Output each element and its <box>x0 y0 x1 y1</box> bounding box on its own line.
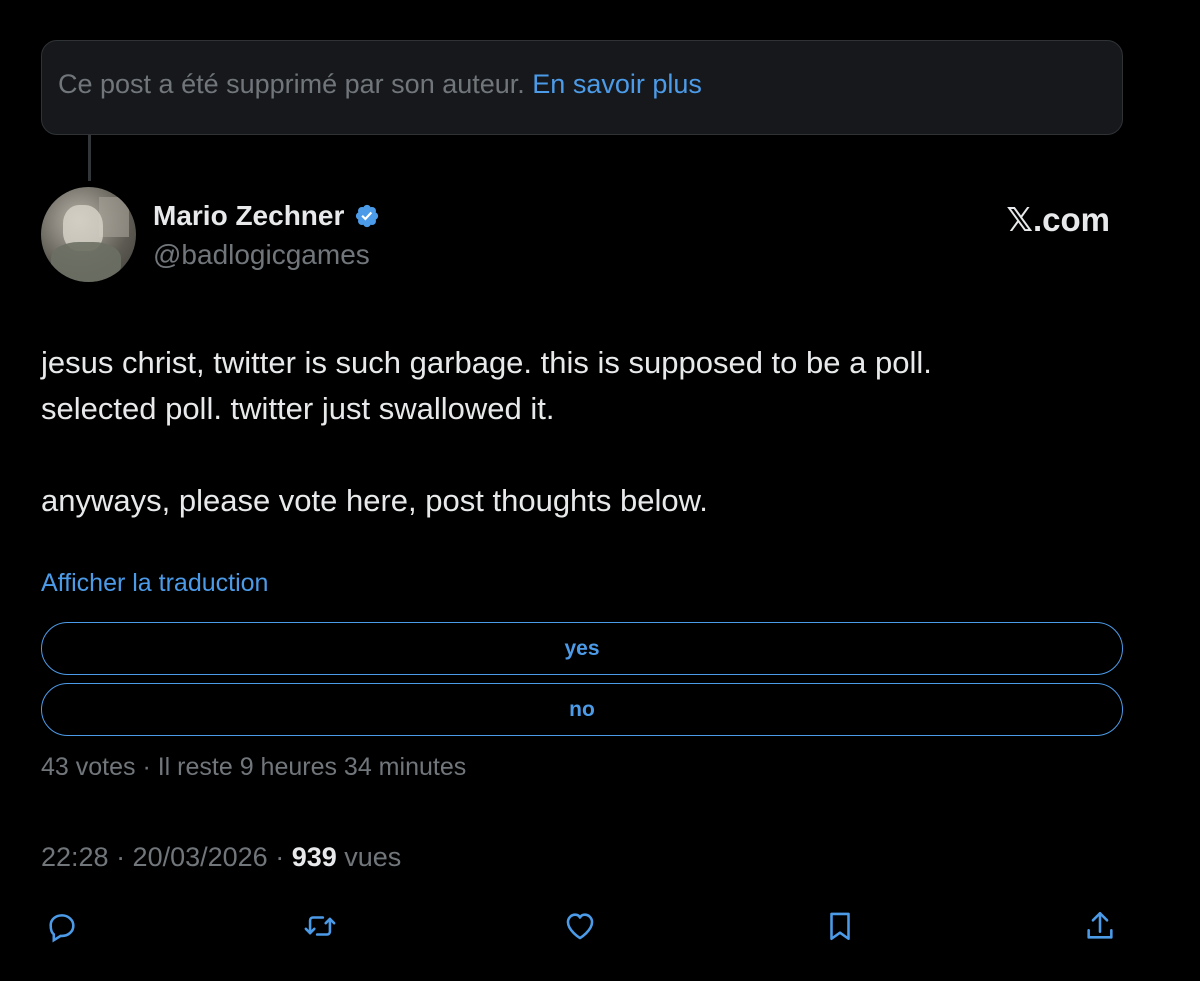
reply-button[interactable] <box>44 908 80 944</box>
author-handle[interactable]: @badlogicgames <box>153 239 370 271</box>
thread-connector-line <box>88 135 91 181</box>
post-timestamp: 22:28 · 20/03/2026 · 939 vues <box>41 842 401 873</box>
bookmark-button[interactable] <box>822 908 858 944</box>
like-button[interactable] <box>562 908 598 944</box>
x-logo: 𝕏.com <box>1006 201 1110 238</box>
share-button[interactable] <box>1082 908 1118 944</box>
bookmark-icon <box>830 912 850 941</box>
avatar[interactable] <box>41 187 136 282</box>
repost-button[interactable] <box>302 908 338 944</box>
deleted-post-notice: Ce post a été supprimé par son auteur. E… <box>41 40 1123 135</box>
repost-icon <box>304 916 336 936</box>
author-name[interactable]: Mario Zechner <box>153 200 380 232</box>
share-icon <box>1087 911 1113 939</box>
time-date[interactable]: 22:28 · 20/03/2026 · <box>41 842 292 872</box>
post-text-line: jesus christ, twitter is such garbage. t… <box>41 345 932 380</box>
verified-badge-icon <box>356 204 379 228</box>
poll-status: 43 votes · Il reste 9 heures 34 minutes <box>41 753 467 781</box>
heart-icon <box>566 913 594 940</box>
author-name-text: Mario Zechner <box>153 200 345 231</box>
reply-icon <box>49 914 75 943</box>
learn-more-link[interactable]: En savoir plus <box>532 69 702 99</box>
deleted-notice-text: Ce post a été supprimé par son auteur. <box>58 69 525 99</box>
show-translation-link[interactable]: Afficher la traduction <box>41 569 268 598</box>
poll-option-no[interactable]: no <box>41 683 1123 736</box>
views-label: vues <box>336 842 402 872</box>
views-count: 939 <box>291 842 337 872</box>
post-text-line: anyways, please vote here, post thoughts… <box>41 483 708 518</box>
poll-option-yes[interactable]: yes <box>41 622 1123 675</box>
post-text-line: selected poll. twitter just swallowed it… <box>41 391 555 426</box>
post-body: jesus christ, twitter is such garbage. t… <box>41 340 1141 524</box>
